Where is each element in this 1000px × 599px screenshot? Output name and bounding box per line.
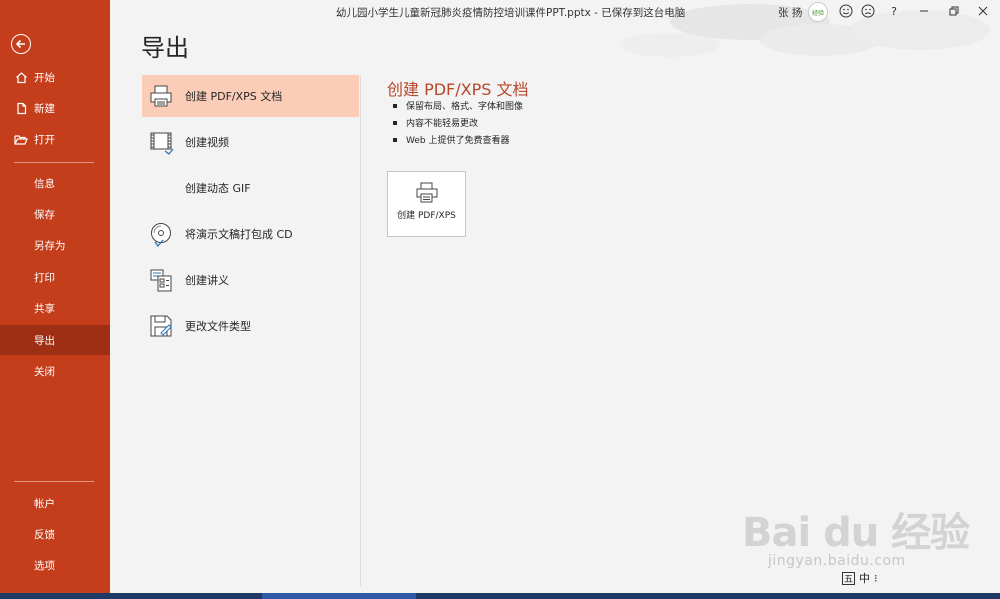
sidebar-divider bbox=[14, 162, 94, 163]
detail-title: 创建 PDF/XPS 文档 bbox=[387, 80, 529, 99]
printer-icon bbox=[416, 182, 438, 203]
sidebar-item-share[interactable]: 共享 bbox=[0, 293, 110, 323]
backstage-sidebar: 开始 新建 打开 信息 保存 另存为 打印 共享 导出 关闭 帐户 反馈 选项 bbox=[0, 0, 110, 599]
frown-feedback-icon[interactable] bbox=[860, 3, 876, 19]
video-icon bbox=[150, 132, 174, 155]
panel-divider bbox=[360, 76, 361, 586]
handout-icon bbox=[150, 269, 172, 292]
sidebar-item-label: 开始 bbox=[34, 71, 55, 84]
change-filetype-icon bbox=[150, 315, 172, 337]
sidebar-item-info[interactable]: 信息 bbox=[0, 168, 110, 198]
sidebar-item-label: 共享 bbox=[34, 302, 55, 315]
option-create-handouts[interactable]: 创建讲义 bbox=[142, 259, 359, 301]
create-pdf-xps-button[interactable]: 创建 PDF/XPS bbox=[387, 171, 466, 237]
sidebar-item-close[interactable]: 关闭 bbox=[0, 356, 110, 386]
option-package-cd[interactable]: 将演示文稿打包成 CD bbox=[142, 213, 359, 255]
sidebar-item-open[interactable]: 打开 bbox=[0, 124, 110, 154]
sidebar-item-label: 另存为 bbox=[34, 239, 66, 252]
sidebar-item-account[interactable]: 帐户 bbox=[0, 488, 110, 518]
option-change-file-type[interactable]: 更改文件类型 bbox=[142, 305, 359, 347]
sidebar-item-label: 反馈 bbox=[34, 528, 55, 541]
folder-open-icon bbox=[14, 132, 28, 146]
option-label: 创建讲义 bbox=[185, 274, 229, 287]
option-label: 更改文件类型 bbox=[185, 320, 251, 333]
printer-icon bbox=[150, 85, 172, 107]
sidebar-item-label: 选项 bbox=[34, 559, 55, 572]
watermark-logo: Bai du 经验 bbox=[742, 510, 970, 556]
button-label: 创建 PDF/XPS bbox=[397, 211, 456, 221]
cd-icon bbox=[151, 223, 171, 247]
sidebar-item-print[interactable]: 打印 bbox=[0, 262, 110, 292]
option-label: 将演示文稿打包成 CD bbox=[185, 228, 293, 241]
back-button[interactable] bbox=[11, 34, 31, 54]
sidebar-item-label: 帐户 bbox=[34, 497, 55, 510]
document-title: 幼儿园小学生儿童新冠肺炎疫情防控培训课件PPT.pptx - 已保存到这台电脑 bbox=[336, 7, 686, 19]
restore-icon[interactable] bbox=[946, 3, 962, 19]
detail-bullet-list: 保留布局、格式、字体和图像 内容不能轻易更改 Web 上提供了免费查看器 bbox=[393, 99, 523, 150]
sidebar-item-home[interactable]: 开始 bbox=[0, 62, 110, 92]
page-title: 导出 bbox=[141, 34, 189, 62]
sidebar-item-label: 信息 bbox=[34, 177, 55, 190]
taskbar-active-segment bbox=[262, 593, 416, 599]
ime-wubi-box: 五 bbox=[842, 571, 855, 585]
list-item: 内容不能轻易更改 bbox=[393, 116, 523, 133]
back-arrow-icon bbox=[15, 39, 25, 49]
sidebar-item-label: 导出 bbox=[34, 334, 55, 347]
sidebar-item-options[interactable]: 选项 bbox=[0, 550, 110, 580]
sidebar-item-new[interactable]: 新建 bbox=[0, 93, 110, 123]
list-item: 保留布局、格式、字体和图像 bbox=[393, 99, 523, 116]
sidebar-item-label: 打开 bbox=[34, 133, 55, 146]
ime-mode: 中 bbox=[859, 572, 870, 585]
close-icon[interactable] bbox=[975, 3, 991, 19]
sidebar-item-export[interactable]: 导出 bbox=[0, 325, 110, 355]
sidebar-item-feedback[interactable]: 反馈 bbox=[0, 519, 110, 549]
taskbar bbox=[0, 593, 1000, 599]
option-label: 创建视频 bbox=[185, 136, 229, 149]
option-label: 创建动态 GIF bbox=[185, 182, 251, 195]
smile-feedback-icon[interactable] bbox=[838, 3, 854, 19]
help-icon[interactable]: ? bbox=[886, 3, 902, 19]
home-icon bbox=[14, 70, 28, 84]
sidebar-item-label: 打印 bbox=[34, 271, 55, 284]
avatar[interactable]: 经验 bbox=[808, 2, 828, 22]
ime-indicator[interactable]: 五 中 ⁝ bbox=[842, 570, 878, 586]
minimize-icon[interactable] bbox=[916, 3, 932, 19]
sidebar-item-label: 新建 bbox=[34, 102, 55, 115]
option-create-gif[interactable]: 创建动态 GIF bbox=[142, 167, 359, 209]
sidebar-divider bbox=[14, 481, 94, 482]
option-create-video[interactable]: 创建视频 bbox=[142, 121, 359, 163]
option-create-pdf-xps[interactable]: 创建 PDF/XPS 文档 bbox=[142, 75, 359, 117]
baidu-jingyan-watermark: Bai du 经验 jingyan.baidu.com bbox=[742, 490, 972, 580]
option-label: 创建 PDF/XPS 文档 bbox=[185, 90, 283, 103]
user-name[interactable]: 张 扬 bbox=[778, 5, 802, 20]
list-item: Web 上提供了免费查看器 bbox=[393, 133, 523, 150]
sidebar-item-save[interactable]: 保存 bbox=[0, 199, 110, 229]
new-doc-icon bbox=[14, 101, 28, 115]
sidebar-item-label: 保存 bbox=[34, 208, 55, 221]
ime-toggle-icon: ⁝ bbox=[874, 571, 878, 585]
watermark-url: jingyan.baidu.com bbox=[768, 553, 906, 569]
sidebar-item-label: 关闭 bbox=[34, 365, 55, 378]
sidebar-item-save-as[interactable]: 另存为 bbox=[0, 230, 110, 260]
